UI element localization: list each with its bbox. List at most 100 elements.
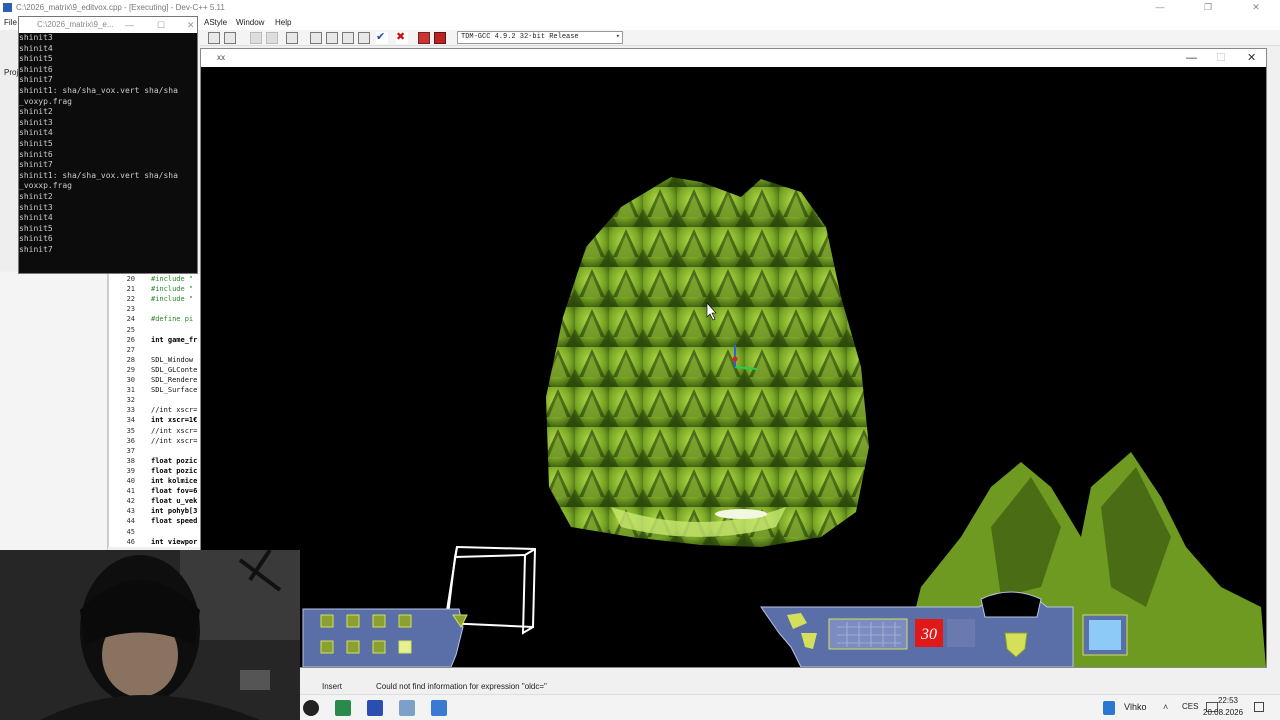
line-number: 23 [126,305,135,314]
line-number: 43 [126,507,135,516]
code-line[interactable]: 34 int xscr=1€ [109,415,200,425]
code-line[interactable]: 24 #define pi [109,314,200,324]
code-text: float fov=6 [151,487,198,496]
taskbar-app-icon-4[interactable] [399,700,415,716]
close-button[interactable]: ✕ [1232,0,1280,16]
code-line[interactable]: 27 [109,345,200,355]
taskbar-app-icon-2[interactable] [335,700,351,716]
line-number: 29 [126,365,135,374]
menu-window[interactable]: Window [236,16,264,30]
menu-file[interactable]: File [4,16,17,30]
notification-icon[interactable] [1254,702,1264,712]
debug-icon[interactable] [434,32,446,44]
clock-date[interactable]: 20.08.2026 [1203,708,1243,717]
taskbar-app-icon-5[interactable] [431,700,447,716]
code-line[interactable]: 26 int game_fr [109,335,200,345]
code-line[interactable]: 38 float pozic [109,456,200,466]
console-close-button[interactable]: ✕ [187,17,195,33]
console-line: shinit4 [19,43,53,53]
code-line[interactable]: 28 SDL_Window [109,355,200,365]
code-text: int xscr=1€ [151,416,198,425]
back-icon[interactable] [250,32,262,44]
console-line: _voxxp.frag [19,181,72,191]
game-minimize-button[interactable]: — [1186,49,1197,67]
menu-help[interactable]: Help [275,16,291,30]
game-close-button[interactable]: ✕ [1247,49,1256,67]
forward-icon[interactable] [266,32,278,44]
project-panel: Proj [0,30,18,270]
console-maximize-button[interactable]: ☐ [157,17,165,33]
line-number: 38 [126,456,135,465]
code-line[interactable]: 25 [109,325,200,335]
console-line: shinit2 [19,107,53,117]
minimize-button[interactable]: — [1136,0,1184,16]
line-number: 31 [126,386,135,395]
console-line: shinit4 [19,128,53,138]
weather-icon[interactable] [1103,701,1115,715]
console-line: shinit6 [19,149,53,159]
layout-icon-4[interactable] [358,32,370,44]
code-line[interactable]: 40 int kolmice [109,476,200,486]
code-line[interactable]: 41 float fov=6 [109,486,200,496]
webcam-image [0,550,300,720]
code-line[interactable]: 23 [109,304,200,314]
layout-icon-3[interactable] [342,32,354,44]
code-line[interactable]: 36 //int xscr= [109,436,200,446]
code-text: float pozic [151,466,198,475]
console-line: shinit2 [19,191,53,201]
bookmark-icon[interactable] [286,32,298,44]
layout-icon-1[interactable] [310,32,322,44]
stop-icon[interactable]: ✖ [396,32,408,44]
devcpp-titlebar: C:\2026_matrix\9_editvox.cpp - [Executin… [0,0,1280,16]
chevron-up-icon[interactable]: ˄ [1163,702,1168,712]
menu-astyle[interactable]: AStyle [204,16,227,30]
code-line[interactable]: 44 float speed [109,516,200,526]
voxel-scene[interactable]: 30 [201,67,1266,667]
webcam-overlay [0,550,300,720]
code-line[interactable]: 33 //int xscr= [109,405,200,415]
code-line[interactable]: 30 SDL_Rendere [109,375,200,385]
taskbar-devcpp-icon[interactable] [367,700,383,716]
weather-label[interactable]: Vlhko [1124,702,1147,712]
desktop: C:\2026_matrix\9_editvox.cpp - [Executin… [0,0,1280,720]
code-line[interactable]: 21 #include " [109,284,200,294]
console-window[interactable]: C:\2026_matrix\9_e... — ☐ ✕ shinit3 shini… [18,16,198,274]
line-number: 37 [126,446,135,455]
code-line[interactable]: 39 float pozic [109,466,200,476]
line-number: 35 [126,426,135,435]
indent-icon[interactable] [208,32,220,44]
devcpp-app-icon [3,3,12,12]
check-icon[interactable]: ✔ [376,32,388,44]
maximize-button[interactable]: ❐ [1184,0,1232,16]
code-line[interactable]: 46 int viewpor [109,537,200,547]
code-editor[interactable]: 20 #include " 21 #include " 22 #include " 23 24… [108,272,200,547]
project-tab[interactable]: Proj [4,68,18,77]
code-text: SDL_Rendere [151,376,198,384]
code-line[interactable]: 35 //int xscr= [109,426,200,436]
code-line[interactable]: 20 #include " [109,274,200,284]
code-line[interactable]: 37 [109,446,200,456]
console-line: shinit6 [19,64,53,74]
unindent-icon[interactable] [224,32,236,44]
code-line[interactable]: 32 [109,395,200,405]
chart-icon[interactable] [418,32,430,44]
code-line[interactable]: 45 [109,527,200,537]
code-line[interactable]: 31 SDL_Surface [109,385,200,395]
layout-icon-2[interactable] [326,32,338,44]
compiler-select[interactable]: TDM-GCC 4.9.2 32-bit Release ▾ [457,31,623,44]
code-line[interactable]: 29 SDL_GLConte [109,365,200,375]
console-line: shinit7 [19,244,53,254]
console-titlebar: C:\2026_matrix\9_e... — ☐ ✕ [19,17,197,33]
taskbar-app-icon-1[interactable] [303,700,319,716]
code-text: #include " [151,285,194,294]
code-line[interactable]: 22 #include " [109,294,200,304]
console-line: shinit1: sha/sha_vox.vert sha/sha [19,170,178,180]
clock-time[interactable]: 22:53 [1213,696,1243,705]
code-line[interactable]: 42 float u_vek [109,496,200,506]
console-minimize-button[interactable]: — [125,17,134,33]
game-maximize-button[interactable]: ☐ [1216,49,1226,67]
console-line: shinit5 [19,54,53,64]
code-line[interactable]: 43 int pohyb[3 [109,506,200,516]
game-window[interactable]: xx — ☐ ✕ 30 [200,48,1267,668]
language-indicator[interactable]: CES [1182,702,1198,711]
